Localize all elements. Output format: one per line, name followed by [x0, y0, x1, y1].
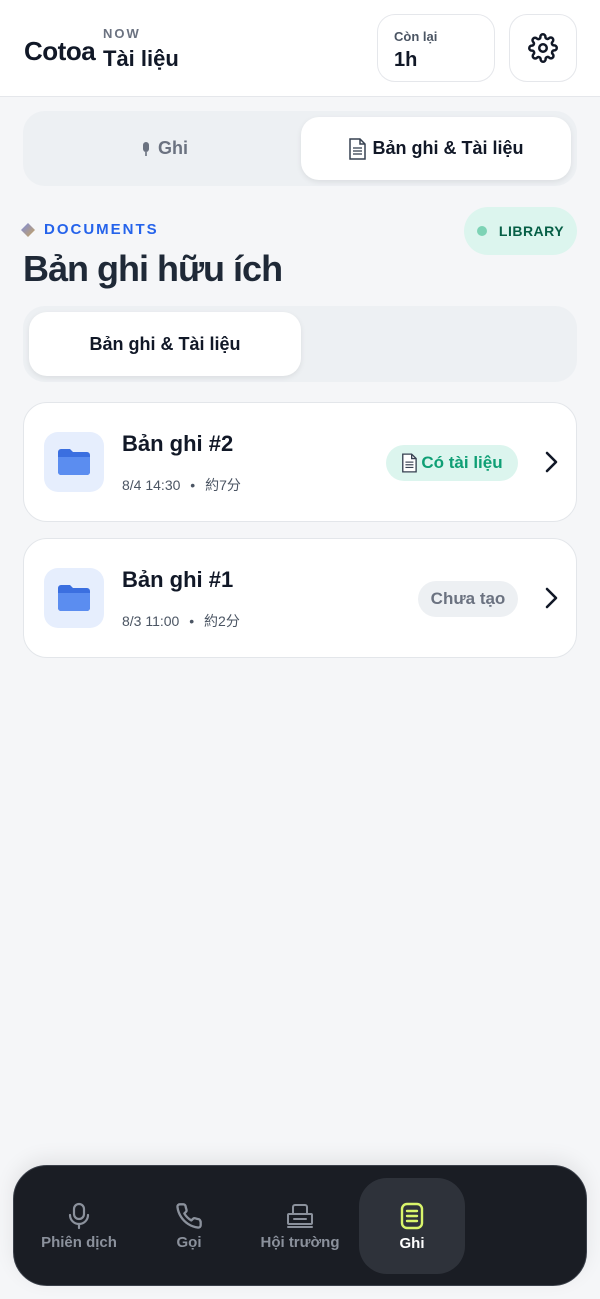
nav-item-interpret-label: Phiên dịch — [41, 1233, 117, 1251]
folder-tile — [44, 568, 104, 628]
record-card[interactable]: Bản ghi #1 8/3 11:00 • 約2分 Chưa tạo — [23, 538, 577, 658]
folder-tile — [44, 432, 104, 492]
status-badge-label: Có tài liệu — [421, 453, 503, 472]
bottom-nav: Phiên dịch Gọi Hội trường Ghi — [13, 1165, 587, 1286]
nav-item-call-label: Gọi — [176, 1233, 202, 1251]
tab-record[interactable]: Ghi — [29, 117, 299, 180]
nav-item-call[interactable]: Gọi — [136, 1178, 242, 1274]
record-title: Bản ghi #1 — [122, 567, 234, 592]
meta-separator: • — [189, 613, 195, 629]
tab-records-documents-label: Bản ghi & Tài liệu — [372, 138, 524, 158]
tab-filter-label: Bản ghi & Tài liệu — [89, 333, 241, 354]
mode-tabs: Ghi Bản ghi & Tài liệu — [23, 111, 577, 186]
settings-button[interactable] — [509, 14, 577, 82]
microphone-icon — [143, 141, 149, 156]
remaining-value: 1h — [394, 49, 418, 71]
nav-item-hall[interactable]: Hội trường — [247, 1178, 353, 1274]
tab-records-documents[interactable]: Bản ghi & Tài liệu — [301, 117, 571, 180]
record-date: 8/4 14:30 — [122, 477, 181, 493]
status-badge: Có tài liệu — [386, 445, 518, 481]
remaining-label: Còn lại — [394, 29, 438, 44]
status-dot — [476, 226, 487, 236]
nav-item-notes-label: Ghi — [399, 1234, 425, 1252]
notes-icon — [400, 1202, 424, 1229]
diamond-icon — [21, 222, 35, 237]
folder-icon — [58, 585, 90, 611]
record-meta: 8/4 14:30 • 約7分 — [122, 475, 241, 495]
section-eyebrow-label: DOCUMENTS — [44, 221, 159, 238]
tab-record-label: Ghi — [158, 138, 188, 158]
folder-icon — [58, 449, 90, 475]
page-title: Tài liệu — [103, 46, 179, 71]
library-badge: LIBRARY — [464, 207, 577, 255]
phone-icon — [176, 1202, 202, 1229]
gear-icon — [528, 33, 558, 63]
nav-item-interpret[interactable]: Phiên dịch — [26, 1178, 132, 1274]
nav-item-notes[interactable]: Ghi — [359, 1178, 465, 1274]
record-duration: 約2分 — [204, 613, 240, 629]
chevron-right-icon — [545, 451, 558, 473]
record-date: 8/3 11:00 — [122, 613, 180, 629]
meta-separator: • — [190, 477, 196, 493]
record-duration: 約7分 — [205, 477, 241, 493]
status-badge: Chưa tạo — [418, 581, 518, 617]
nav-item-hall-label: Hội trường — [260, 1233, 340, 1251]
app-header: Cotoa NOW Tài liệu Còn lại 1h — [0, 0, 600, 97]
record-title: Bản ghi #2 — [122, 431, 234, 456]
tab-filter-records-documents[interactable]: Bản ghi & Tài liệu — [29, 312, 301, 376]
filter-tabs: Bản ghi & Tài liệu — [23, 306, 577, 382]
library-badge-label: LIBRARY — [498, 223, 565, 239]
microphone-icon — [68, 1202, 90, 1229]
chevron-right-icon — [545, 587, 558, 609]
brand-logo: Cotoa — [24, 36, 96, 66]
hall-icon — [287, 1203, 313, 1228]
remaining-time-box: Còn lại 1h — [377, 14, 495, 82]
record-meta: 8/3 11:00 • 約2分 — [122, 611, 240, 631]
section-title: Bản ghi hữu ích — [23, 248, 283, 289]
document-icon — [349, 137, 367, 160]
status-badge-label: Chưa tạo — [430, 589, 506, 608]
document-icon — [402, 453, 418, 473]
now-label: NOW — [103, 26, 141, 41]
record-card[interactable]: Bản ghi #2 8/4 14:30 • 約7分 Có tài liệu — [23, 402, 577, 522]
section-eyebrow: DOCUMENTS — [20, 221, 159, 238]
